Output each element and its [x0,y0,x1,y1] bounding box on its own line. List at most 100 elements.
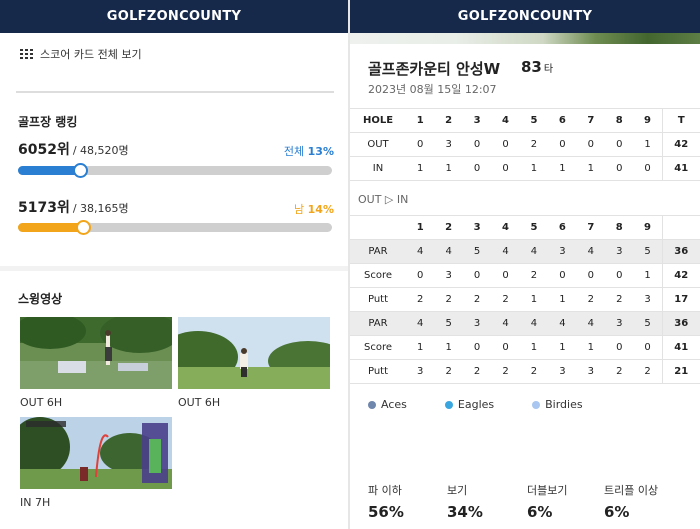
total-cell: 17 [661,287,700,312]
scorecard-grid-icon [20,48,33,59]
row-label [350,215,406,240]
hole-cell: 1 [576,335,606,360]
total-score-value: 83 [521,58,542,76]
hole-cell: 4 [406,311,435,336]
hole-cell: 2 [434,108,463,133]
table-row: IN 1 1 0 0 1 1 1 0 0 41 [350,156,700,181]
hole-cell: 1 [406,156,435,181]
table-row: PAR 4 4 5 4 4 3 4 3 5 36 [350,239,700,264]
row-label: HOLE [350,108,406,133]
hole-cell: 5 [519,108,549,133]
hole-cell: 1 [406,108,435,133]
stat-label: 트리플 이상 [604,484,659,497]
hole-cell: 1 [519,156,549,181]
app-screen: GOLFZONCOUNTY 스코어 카드 전체 보기 골프장 랭킹 6052위 /… [0,0,700,529]
hole-cell: 1 [633,263,662,288]
hole-cell: 7 [576,108,606,133]
course-photo-strip [350,33,700,44]
hole-cell: 4 [434,239,463,264]
stat-value: 34% [447,503,483,521]
detail-scorecard-table: 1 2 3 4 5 6 7 8 9 PAR 4 4 5 4 4 3 4 3 5 36 Score 0 3 0 0 2 0 0 0 1 42 P… [350,215,700,384]
hole-cell: 8 [605,108,634,133]
total-cell: 41 [661,156,700,181]
overall-rank-value: 6052위 [18,142,70,158]
row-label: Score [350,335,406,360]
hole-cell: 2 [462,359,492,384]
swing-video-thumbnail[interactable] [178,317,330,389]
hole-cell: 0 [605,335,634,360]
hole-cell: 1 [519,287,549,312]
hole-cell: 0 [491,263,520,288]
stat-label: 보기 [447,484,468,497]
legend-item: Birdies [532,398,583,411]
stat-label: 파 이하 [368,484,402,497]
hole-cell: 8 [605,215,634,240]
overall-rank-marker [73,163,88,178]
hole-cell: 2 [434,287,463,312]
hole-cell: 0 [406,132,435,157]
view-scorecard-link[interactable]: 스코어 카드 전체 보기 [20,46,142,62]
gender-rank-bar-fill [18,223,82,232]
overall-rank-total: / 48,520명 [72,144,129,157]
hole-cell: 3 [548,239,577,264]
video-frame-shot-tracer [20,417,172,489]
table-header-row: 123456789 [350,215,700,240]
hole-cell: 1 [548,335,577,360]
stat-item: 트리플 이상 6% [604,482,658,521]
hole-cell: 2 [519,359,549,384]
hole-cell: 3 [548,359,577,384]
total-score: 83 타 [521,58,553,76]
stat-item: 파 이하 56% [368,482,404,521]
total-cell: T [661,108,700,133]
hole-cell: 4 [491,108,520,133]
section-divider [0,266,348,271]
row-label: Putt [350,287,406,312]
view-scorecard-label: 스코어 카드 전체 보기 [40,48,142,61]
hole-cell: 2 [434,215,463,240]
legend-item: Aces [368,398,407,411]
hole-cell: 0 [633,156,662,181]
gender-rank-marker [76,220,91,235]
hole-cell: 2 [406,287,435,312]
hole-cell: 1 [434,335,463,360]
gender-percent-value: 14% [307,203,334,216]
hole-cell: 0 [605,156,634,181]
gender-rank-value: 5173위 [18,200,70,216]
hole-cell: 5 [434,311,463,336]
total-cell: 41 [661,335,700,360]
stat-item: 보기 34% [447,482,483,521]
play-date: 2023년 08월 15일 12:07 [368,83,497,96]
overall-rank-bar-fill [18,166,79,175]
hole-cell: 1 [633,132,662,157]
hole-cell: 0 [633,335,662,360]
total-cell: 36 [661,311,700,336]
hole-cell: 3 [434,132,463,157]
hole-cell: 0 [576,132,606,157]
table-row: Putt 2 2 2 2 1 1 2 2 3 17 [350,287,700,312]
overall-rank-bar [18,163,332,178]
hole-cell: 9 [633,215,662,240]
total-cell [661,215,700,240]
out-in-label: OUT ▷ IN [358,193,409,206]
swing-video-thumbnail[interactable] [20,417,172,489]
swing-video-thumbnail[interactable] [20,317,172,389]
hole-cell: 9 [633,108,662,133]
hole-cell: 5 [519,215,549,240]
hole-cell: 4 [491,215,520,240]
hole-cell: 3 [406,359,435,384]
hole-cell: 5 [633,311,662,336]
hole-cell: 1 [548,287,577,312]
hole-cell: 0 [491,132,520,157]
hole-cell: 0 [605,263,634,288]
legend-dot-icon [532,400,541,409]
hole-cell: 4 [491,239,520,264]
row-label: IN [350,156,406,181]
hole-cell: 1 [434,156,463,181]
hole-cell: 3 [633,287,662,312]
hole-cell: 0 [462,335,492,360]
overall-percent-label: 전체 [283,145,305,158]
brand-header: GOLFZONCOUNTY [0,0,348,33]
hole-cell: 2 [519,132,549,157]
left-panel: GOLFZONCOUNTY 스코어 카드 전체 보기 골프장 랭킹 6052위 /… [0,0,348,529]
hole-cell: 5 [462,239,492,264]
